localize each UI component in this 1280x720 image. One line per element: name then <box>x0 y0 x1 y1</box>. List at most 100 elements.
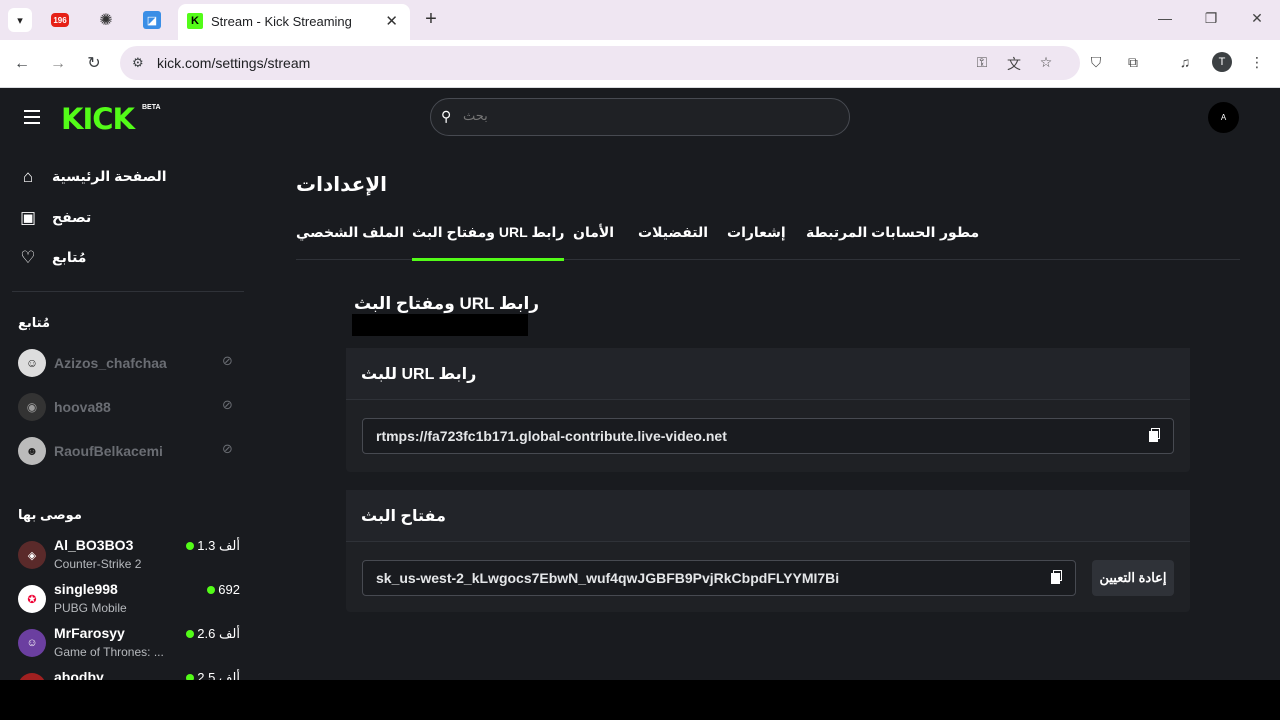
channel-name: Azizos_chafchaa <box>54 355 167 371</box>
avatar: ☺ <box>18 629 46 657</box>
channel-name: abodby <box>54 669 104 680</box>
live-dot-icon <box>186 542 195 550</box>
offline-eye-icon: ⊘ <box>222 441 233 456</box>
channel-name: single998 <box>54 581 118 597</box>
avatar: ✪ <box>18 585 46 613</box>
url-text[interactable]: kick.com/settings/stream <box>157 55 310 71</box>
sidebar-item-label: مُتابع <box>52 249 87 265</box>
restore-window-icon[interactable]: ❐ <box>1196 10 1226 27</box>
stream-url-value[interactable]: rtmps://fa723fc1b171.global-contribute.l… <box>376 428 727 444</box>
search-input[interactable] <box>463 108 833 123</box>
settings-tabs: الملف الشخصي ومفتاح البث URL رابط الأمان… <box>296 224 1240 261</box>
bottom-bar <box>0 680 1280 720</box>
profile-avatar[interactable]: T <box>1212 52 1232 72</box>
avatar: ☺ <box>18 673 46 680</box>
recommended-heading: موصى بها <box>18 507 82 522</box>
pinned-tab-app[interactable]: ◪ <box>140 8 164 32</box>
sidebar-item-following[interactable]: ♡ مُتابع <box>18 247 248 271</box>
close-window-icon[interactable]: ✕ <box>1242 10 1272 27</box>
search-bar[interactable]: ⚲ <box>430 98 850 136</box>
translate-icon[interactable]: 文 <box>1004 54 1024 74</box>
kick-page: KICK BETA ⚲ A ⌂ الصفحة الرئيسية ▣ تصفح ♡… <box>0 88 1280 680</box>
page-title: الإعدادات <box>296 174 388 196</box>
minimize-window-icon[interactable]: — <box>1150 10 1180 26</box>
home-icon: ⌂ <box>22 167 34 186</box>
kick-favicon-icon: K <box>187 13 203 29</box>
copy-icon[interactable] <box>1149 428 1161 442</box>
back-button[interactable]: ← <box>11 53 33 75</box>
media-control-icon[interactable]: ♫ <box>1175 54 1195 70</box>
address-bar[interactable]: ⚙ kick.com/settings/stream ⚿ 文 ☆ <box>120 46 1080 80</box>
pinned-tab-chatgpt[interactable]: ✺ <box>94 8 118 32</box>
user-avatar[interactable]: A <box>1208 102 1239 133</box>
shield-extension-icon[interactable]: ⛉ <box>1086 54 1106 71</box>
card-header: مفتاح البث <box>346 490 1190 542</box>
kick-logo[interactable]: KICK <box>61 102 135 136</box>
search-icon: ⚲ <box>441 108 452 124</box>
channel-name: RaoufBelkacemi <box>54 443 163 459</box>
tab-search-chevron-icon[interactable]: ▾ <box>8 8 32 32</box>
card-header: للبث URL رابط <box>346 348 1190 400</box>
sidebar-divider <box>12 291 244 292</box>
viewer-count: 1.3 ألف <box>186 538 240 554</box>
hamburger-menu-icon[interactable] <box>24 110 40 124</box>
tab-connected-accounts[interactable]: الحسابات المرتبطة <box>806 224 935 260</box>
recommended-channel[interactable]: ☺ abodby 2.5 ألف <box>18 669 240 680</box>
following-channel[interactable]: ☻ RaoufBelkacemi ⊘ <box>18 437 240 465</box>
channel-category: PUBG Mobile <box>54 601 127 615</box>
stream-key-field[interactable]: sk_us-west-2_kLwgocs7EbwN_wuf4qwJGBFB9Pv… <box>362 560 1076 596</box>
reset-stream-key-button[interactable]: إعادة التعيين <box>1092 560 1174 596</box>
following-channel[interactable]: ☺ Azizos_chafchaa ⊘ <box>18 349 240 377</box>
reload-button[interactable]: ↻ <box>83 53 105 75</box>
tab-preferences[interactable]: التفضيلات <box>638 224 708 260</box>
viewer-count: 692 <box>186 582 240 597</box>
copy-icon[interactable] <box>1051 570 1063 584</box>
bookmark-star-icon[interactable]: ☆ <box>1036 54 1056 71</box>
offline-eye-icon: ⊘ <box>222 353 233 368</box>
heart-icon: ♡ <box>20 248 36 267</box>
sidebar-item-browse[interactable]: ▣ تصفح <box>18 207 248 231</box>
extensions-puzzle-icon[interactable]: ⧉ <box>1123 54 1143 71</box>
recommended-channel[interactable]: ☺ MrFarosyy Game of Thrones: ... 2.6 ألف <box>18 625 240 665</box>
beta-badge: BETA <box>142 104 161 111</box>
new-tab-button[interactable]: + <box>420 8 442 30</box>
channel-category: Game of Thrones: ... <box>54 645 164 659</box>
password-key-icon[interactable]: ⚿ <box>972 54 992 71</box>
card-title: مفتاح البث <box>361 508 446 525</box>
tab-stream-key[interactable]: ومفتاح البث URL رابط <box>412 224 565 261</box>
stream-url-field[interactable]: rtmps://fa723fc1b171.global-contribute.l… <box>362 418 1174 454</box>
tab-title: Stream - Kick Streaming <box>211 14 352 29</box>
recommended-channel[interactable]: ◈ Al_BO3BO3 Counter-Strike 2 1.3 ألف <box>18 537 240 577</box>
youtube-icon: 196 <box>51 13 69 27</box>
active-browser-tab[interactable]: K Stream - Kick Streaming ✕ <box>178 4 410 40</box>
following-channel[interactable]: ◉ hoova88 ⊘ <box>18 393 240 421</box>
browser-tabstrip: ▾ 196 ✺ ◪ K Stream - Kick Streaming ✕ + … <box>0 0 1280 40</box>
app-icon: ◪ <box>143 11 161 29</box>
avatar: ☺ <box>18 349 46 377</box>
card-title: للبث URL رابط <box>361 366 477 383</box>
live-dot-icon <box>207 586 216 594</box>
tab-security[interactable]: الأمان <box>573 224 614 260</box>
avatar: ◉ <box>18 393 46 421</box>
sidebar-item-home[interactable]: ⌂ الصفحة الرئيسية <box>18 166 248 190</box>
browser-toolbar: ← → ↻ ⚙ kick.com/settings/stream ⚿ 文 ☆ ⛉… <box>0 40 1280 88</box>
more-menu-icon[interactable]: ⋮ <box>1247 54 1267 71</box>
browse-icon: ▣ <box>19 208 37 227</box>
tab-notifications[interactable]: إشعارات <box>727 224 786 260</box>
recommended-channel[interactable]: ✪ single998 PUBG Mobile 692 <box>18 581 240 621</box>
channel-name: MrFarosyy <box>54 625 125 641</box>
channel-name: Al_BO3BO3 <box>54 537 134 553</box>
following-heading: مُتابع <box>18 315 50 330</box>
close-tab-icon[interactable]: ✕ <box>385 12 398 30</box>
tab-developer[interactable]: مطور <box>940 224 979 260</box>
site-info-icon[interactable]: ⚙ <box>132 55 144 71</box>
pinned-tab-youtube[interactable]: 196 <box>48 8 72 32</box>
stream-key-card: مفتاح البث sk_us-west-2_kLwgocs7EbwN_wuf… <box>346 490 1190 612</box>
avatar: ☻ <box>18 437 46 465</box>
stream-key-value[interactable]: sk_us-west-2_kLwgocs7EbwN_wuf4qwJGBFB9Pv… <box>376 570 839 586</box>
channel-category: Counter-Strike 2 <box>54 557 142 571</box>
sidebar-item-label: تصفح <box>52 209 92 225</box>
tab-profile[interactable]: الملف الشخصي <box>296 224 404 260</box>
forward-button[interactable]: → <box>47 53 69 75</box>
openai-icon: ✺ <box>99 12 113 29</box>
